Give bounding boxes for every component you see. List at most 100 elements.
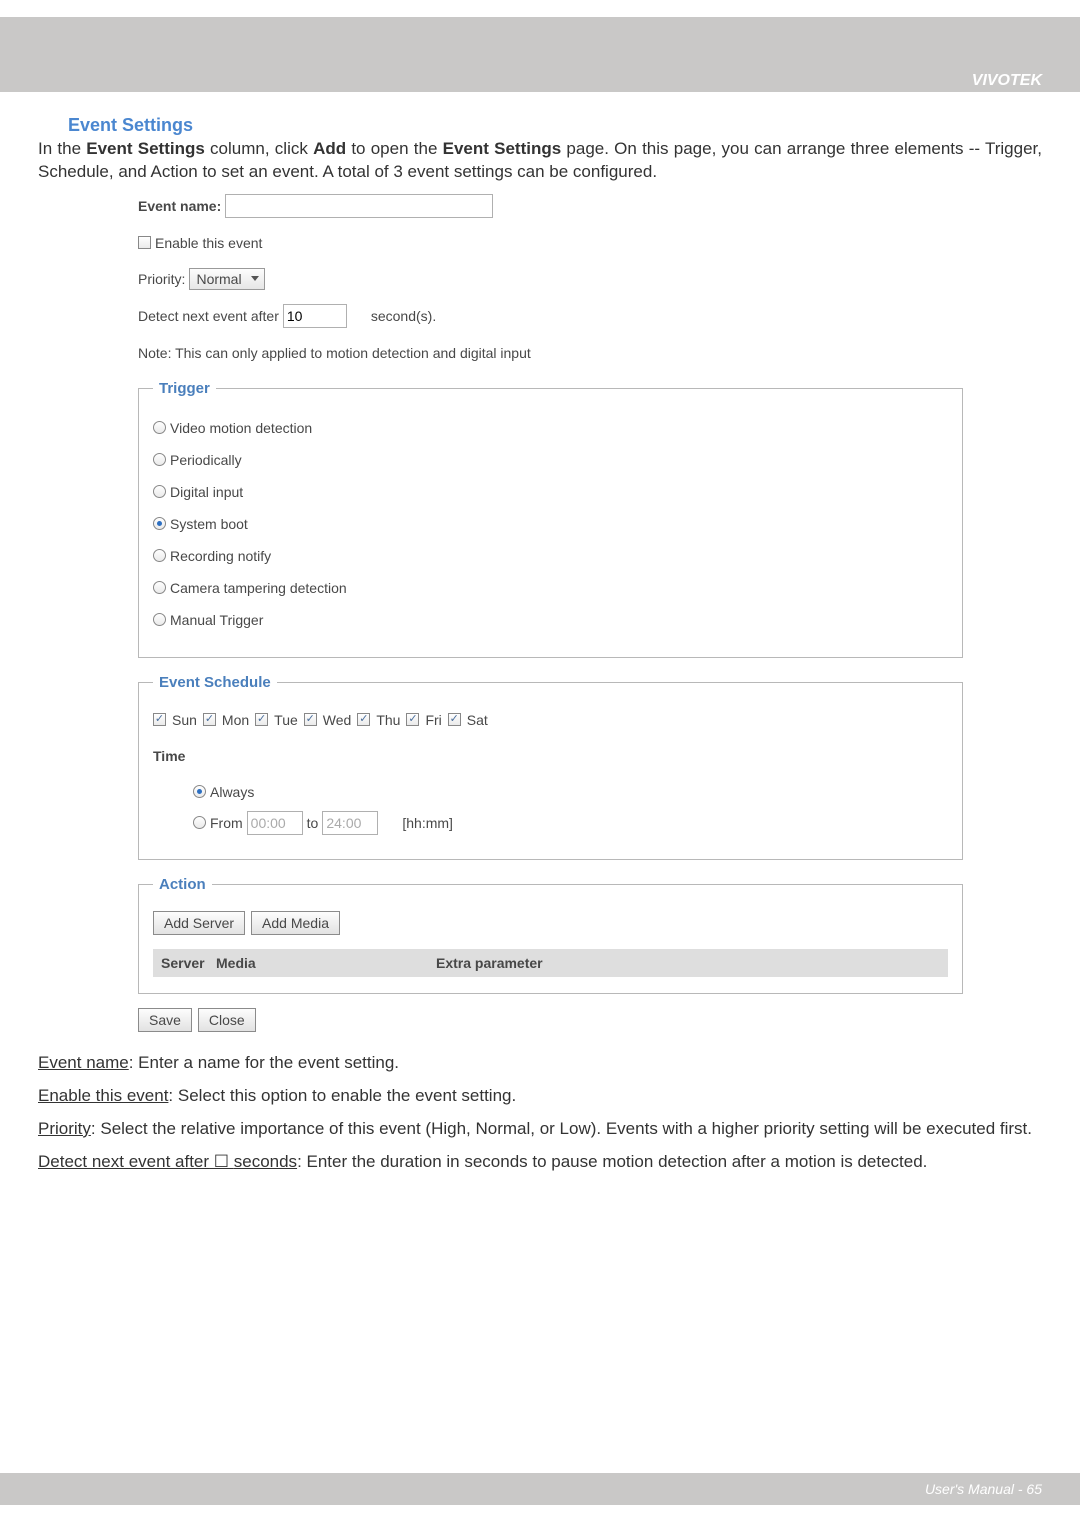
trigger-radio-systemboot[interactable]	[153, 517, 166, 530]
time-radio-from[interactable]	[193, 816, 206, 829]
time-from-input[interactable]	[247, 811, 303, 835]
add-server-button[interactable]: Add Server	[153, 911, 245, 935]
trigger-radio-periodically[interactable]	[153, 453, 166, 466]
priority-select[interactable]: Normal	[189, 268, 264, 290]
schedule-legend: Event Schedule	[153, 674, 277, 691]
explain-event-name-term: Event name	[38, 1053, 129, 1072]
explain-priority: Priority: Select the relative importance…	[38, 1118, 1042, 1141]
action-legend: Action	[153, 876, 212, 893]
explain-detect: Detect next event after ☐ seconds: Enter…	[38, 1151, 1042, 1174]
intro-text-2: column, click	[205, 139, 313, 158]
save-button[interactable]: Save	[138, 1008, 192, 1032]
action-table-header: Server Media Extra parameter	[153, 949, 948, 977]
explain-priority-text: : Select the relative importance of this…	[91, 1119, 1032, 1138]
action-col-extra: Extra parameter	[436, 955, 543, 971]
trigger-radio-manual[interactable]	[153, 613, 166, 626]
footer-band: User's Manual - 65	[0, 1473, 1080, 1505]
explain-detect-text: : Enter the duration in seconds to pause…	[297, 1152, 927, 1171]
schedule-fieldset: Event Schedule ✓Sun ✓Mon ✓Tue ✓Wed ✓Thu …	[138, 674, 963, 860]
time-label: Time	[153, 748, 185, 764]
intro-text: In the Event Settings column, click Add …	[38, 138, 1042, 184]
day-checkbox-tue[interactable]: ✓	[255, 713, 268, 726]
day-label-wed: Wed	[323, 712, 352, 728]
check-icon: ✓	[450, 714, 459, 725]
detect-note: Note: This can only applied to motion de…	[138, 345, 531, 361]
check-icon: ✓	[359, 714, 368, 725]
time-to-input[interactable]	[322, 811, 378, 835]
brand-logo: VIVOTEK	[972, 72, 1042, 90]
trigger-label-manual: Manual Trigger	[170, 612, 263, 628]
day-checkbox-fri[interactable]: ✓	[406, 713, 419, 726]
day-checkbox-sun[interactable]: ✓	[153, 713, 166, 726]
intro-text-1: In the	[38, 139, 86, 158]
check-icon: ✓	[408, 714, 417, 725]
priority-value: Normal	[196, 271, 241, 287]
detect-prefix: Detect next event after	[138, 308, 279, 324]
trigger-label-digital: Digital input	[170, 484, 243, 500]
intro-text-3: to open the	[346, 139, 443, 158]
time-hhmm-hint: [hh:mm]	[402, 815, 453, 831]
time-radio-always[interactable]	[193, 785, 206, 798]
time-to-label: to	[307, 815, 319, 831]
trigger-fieldset: Trigger Video motion detection Periodica…	[138, 380, 963, 658]
day-label-sun: Sun	[172, 712, 197, 728]
action-col-media: Media	[216, 955, 436, 971]
trigger-legend: Trigger	[153, 380, 216, 397]
event-name-label: Event name:	[138, 198, 221, 214]
explain-event-name-text: : Enter a name for the event setting.	[129, 1053, 399, 1072]
explain-detect-term2: seconds	[234, 1152, 297, 1171]
trigger-label-systemboot: System boot	[170, 516, 248, 532]
detect-seconds-input[interactable]	[283, 304, 347, 328]
check-icon: ✓	[306, 714, 315, 725]
check-icon: ✓	[155, 714, 164, 725]
chevron-down-icon	[248, 271, 262, 287]
footer-text: User's Manual - 65	[925, 1481, 1042, 1497]
priority-label: Priority:	[138, 271, 185, 287]
check-icon: ✓	[205, 714, 214, 725]
day-label-thu: Thu	[376, 712, 400, 728]
enable-event-label: Enable this event	[155, 235, 262, 251]
detect-suffix: second(s).	[371, 308, 436, 324]
explain-enable: Enable this event: Select this option to…	[38, 1085, 1042, 1108]
day-label-mon: Mon	[222, 712, 249, 728]
trigger-label-periodically: Periodically	[170, 452, 242, 468]
intro-bold-1: Event Settings	[86, 139, 205, 158]
enable-event-checkbox[interactable]	[138, 236, 151, 249]
trigger-label-video: Video motion detection	[170, 420, 312, 436]
day-checkbox-mon[interactable]: ✓	[203, 713, 216, 726]
explain-event-name: Event name: Enter a name for the event s…	[38, 1052, 1042, 1075]
trigger-radio-digital[interactable]	[153, 485, 166, 498]
trigger-radio-tampering[interactable]	[153, 581, 166, 594]
action-col-server: Server	[161, 955, 216, 971]
explain-detect-box: ☐	[209, 1152, 234, 1171]
day-checkbox-sat[interactable]: ✓	[448, 713, 461, 726]
day-label-fri: Fri	[425, 712, 441, 728]
radio-selected-dot-icon	[157, 521, 162, 526]
header-band: VIVOTEK	[0, 17, 1080, 92]
event-settings-panel: Event name: Enable this event Priority: …	[138, 194, 963, 1032]
trigger-radio-recording[interactable]	[153, 549, 166, 562]
explain-enable-text: : Select this option to enable the event…	[168, 1086, 516, 1105]
time-always-label: Always	[210, 784, 254, 800]
trigger-label-recording: Recording notify	[170, 548, 271, 564]
page-content: Event Settings In the Event Settings col…	[38, 115, 1042, 1184]
trigger-radio-video[interactable]	[153, 421, 166, 434]
day-label-sat: Sat	[467, 712, 488, 728]
day-checkbox-thu[interactable]: ✓	[357, 713, 370, 726]
add-media-button[interactable]: Add Media	[251, 911, 340, 935]
section-title: Event Settings	[68, 115, 1042, 136]
intro-bold-3: Event Settings	[443, 139, 562, 158]
explain-priority-term: Priority	[38, 1119, 91, 1138]
day-label-tue: Tue	[274, 712, 298, 728]
radio-selected-dot-icon	[197, 789, 202, 794]
time-from-label: From	[210, 815, 243, 831]
explain-enable-term: Enable this event	[38, 1086, 168, 1105]
action-fieldset: Action Add Server Add Media Server Media…	[138, 876, 963, 994]
explain-detect-term1: Detect next event after	[38, 1152, 209, 1171]
close-button[interactable]: Close	[198, 1008, 256, 1032]
day-checkbox-wed[interactable]: ✓	[304, 713, 317, 726]
event-name-input[interactable]	[225, 194, 493, 218]
check-icon: ✓	[257, 714, 266, 725]
trigger-label-tampering: Camera tampering detection	[170, 580, 347, 596]
intro-bold-2: Add	[313, 139, 346, 158]
